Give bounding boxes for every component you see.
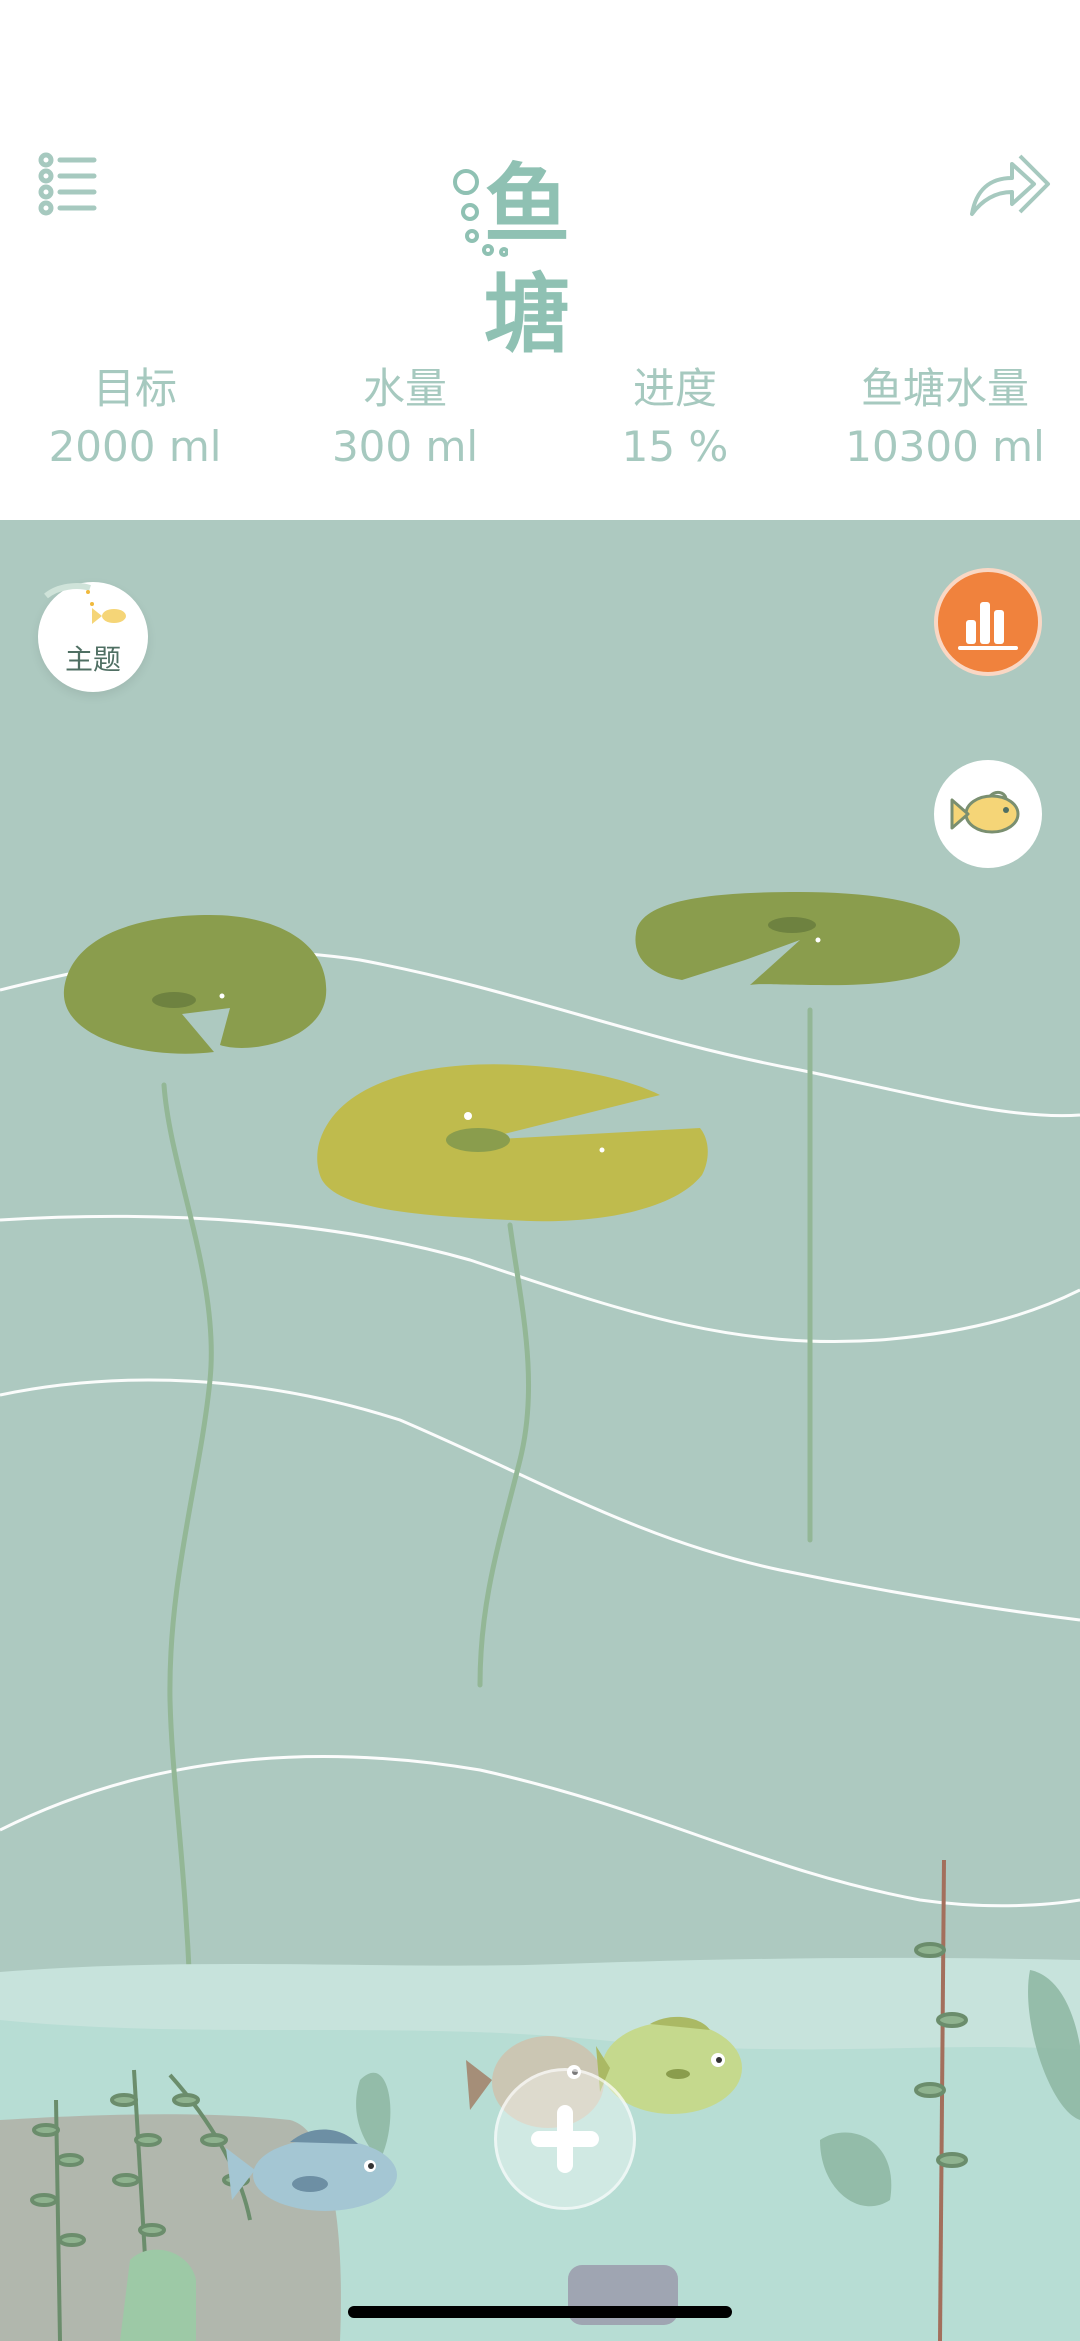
list-menu-icon — [38, 152, 97, 216]
stat-progress: 进度 15 % — [540, 360, 810, 476]
fish-collection-button[interactable] — [934, 760, 1042, 868]
app-logo: 鱼塘 — [448, 150, 638, 365]
share-arrow-icon — [970, 154, 1050, 216]
home-indicator[interactable] — [348, 2306, 732, 2318]
lily-pad-left — [63, 915, 327, 1054]
app-title: 鱼塘 — [484, 155, 570, 365]
stat-pond-volume: 鱼塘水量 10300 ml — [810, 360, 1080, 476]
share-button[interactable] — [968, 150, 1052, 220]
theme-label: 主题 — [64, 643, 121, 676]
stats-row: 目标 2000 ml 水量 300 ml 进度 15 % 鱼塘水量 10300 … — [0, 360, 1080, 480]
theme-button[interactable]: 主题 — [38, 582, 148, 692]
add-water-button[interactable] — [494, 2068, 636, 2210]
fishbowl-icon — [44, 583, 126, 624]
stat-pond-volume-label: 鱼塘水量 — [860, 364, 1029, 413]
fish-icon — [950, 790, 1020, 834]
stat-water: 水量 300 ml — [270, 360, 540, 476]
menu-button[interactable] — [38, 152, 100, 216]
stat-goal: 目标 2000 ml — [0, 360, 270, 476]
pond-illustration — [0, 892, 1080, 2341]
stat-water-label: 水量 — [362, 364, 447, 413]
lily-pad-center — [317, 1064, 708, 1222]
stat-water-value: 300 ml — [331, 422, 479, 471]
stat-goal-label: 目标 — [92, 364, 177, 413]
lily-pad-right — [635, 892, 960, 986]
plus-icon — [531, 2105, 599, 2173]
stat-goal-value: 2000 ml — [48, 422, 222, 471]
stats-button[interactable] — [934, 568, 1042, 676]
pond-scene: 主题 — [0, 520, 1080, 2341]
stat-progress-value: 15 % — [621, 422, 729, 471]
app-header: 鱼塘 目标 2000 ml 水量 300 ml 进度 15 % 鱼塘水量 103… — [0, 0, 1080, 520]
stat-progress-label: 进度 — [632, 364, 717, 413]
bar-chart-icon — [958, 602, 1018, 650]
stat-pond-volume-value: 10300 ml — [845, 422, 1045, 471]
